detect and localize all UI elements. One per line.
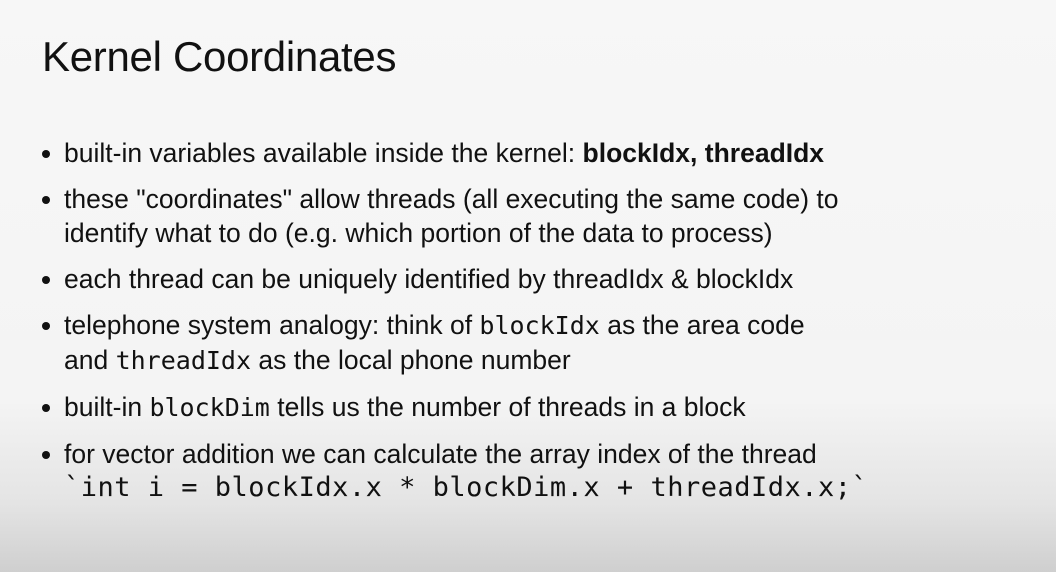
bullet-dot bbox=[42, 451, 50, 459]
slide: Kernel Coordinates built-in variables av… bbox=[0, 0, 1056, 572]
text-post: as the area code bbox=[599, 310, 805, 340]
separator: , bbox=[690, 138, 705, 168]
bullet-dot bbox=[42, 404, 50, 412]
bullet-coordinates: these "coordinates" allow threads (all e… bbox=[42, 182, 1032, 250]
bullet-text: each thread can be uniquely identified b… bbox=[64, 264, 794, 294]
text-post: tells us the number of threads in a bloc… bbox=[269, 392, 746, 422]
text-pre: built-in bbox=[64, 392, 150, 422]
bullet-dot bbox=[42, 322, 50, 330]
keyword-threadidx: threadIdx bbox=[704, 138, 825, 168]
bullet-text-line-1: for vector addition we can calculate the… bbox=[64, 439, 817, 469]
bullet-builtin-variables: built-in variables available inside the … bbox=[42, 136, 1032, 170]
code-blockidx: blockIdx bbox=[479, 311, 600, 340]
bullet-text: built-in blockDim tells us the number of… bbox=[64, 390, 1032, 425]
bullet-text-line-1: telephone system analogy: think of block… bbox=[64, 308, 1032, 343]
bullet-telephone-analogy: telephone system analogy: think of block… bbox=[42, 308, 1032, 378]
bullet-text-line-2: and threadIdx as the local phone number bbox=[64, 343, 1032, 378]
bullet-unique-id: each thread can be uniquely identified b… bbox=[42, 262, 1032, 296]
code-blockdim: blockDim bbox=[149, 393, 270, 422]
code-threadidx: threadIdx bbox=[115, 346, 252, 375]
code-index-formula: `int i = blockIdx.x * blockDim.x + threa… bbox=[64, 472, 869, 503]
bullet-dot bbox=[42, 196, 50, 204]
bullet-vector-addition: for vector addition we can calculate the… bbox=[42, 437, 1032, 505]
bullet-dot bbox=[42, 150, 50, 158]
bullet-dot bbox=[42, 276, 50, 284]
text-post: as the local phone number bbox=[251, 345, 571, 375]
bullet-text: built-in variables available inside the … bbox=[64, 136, 1032, 170]
bullet-blockdim: built-in blockDim tells us the number of… bbox=[42, 390, 1032, 425]
text-pre: and bbox=[64, 345, 116, 375]
bullet-list: built-in variables available inside the … bbox=[42, 136, 1032, 517]
text-pre: telephone system analogy: think of bbox=[64, 310, 480, 340]
slide-title: Kernel Coordinates bbox=[42, 33, 397, 80]
bullet-text-line-2: identify what to do (e.g. which portion … bbox=[64, 218, 773, 248]
bullet-text-plain: built-in variables available inside the … bbox=[64, 138, 583, 168]
keyword-blockidx: blockIdx bbox=[582, 138, 691, 168]
bullet-text-line-1: these "coordinates" allow threads (all e… bbox=[64, 184, 839, 214]
